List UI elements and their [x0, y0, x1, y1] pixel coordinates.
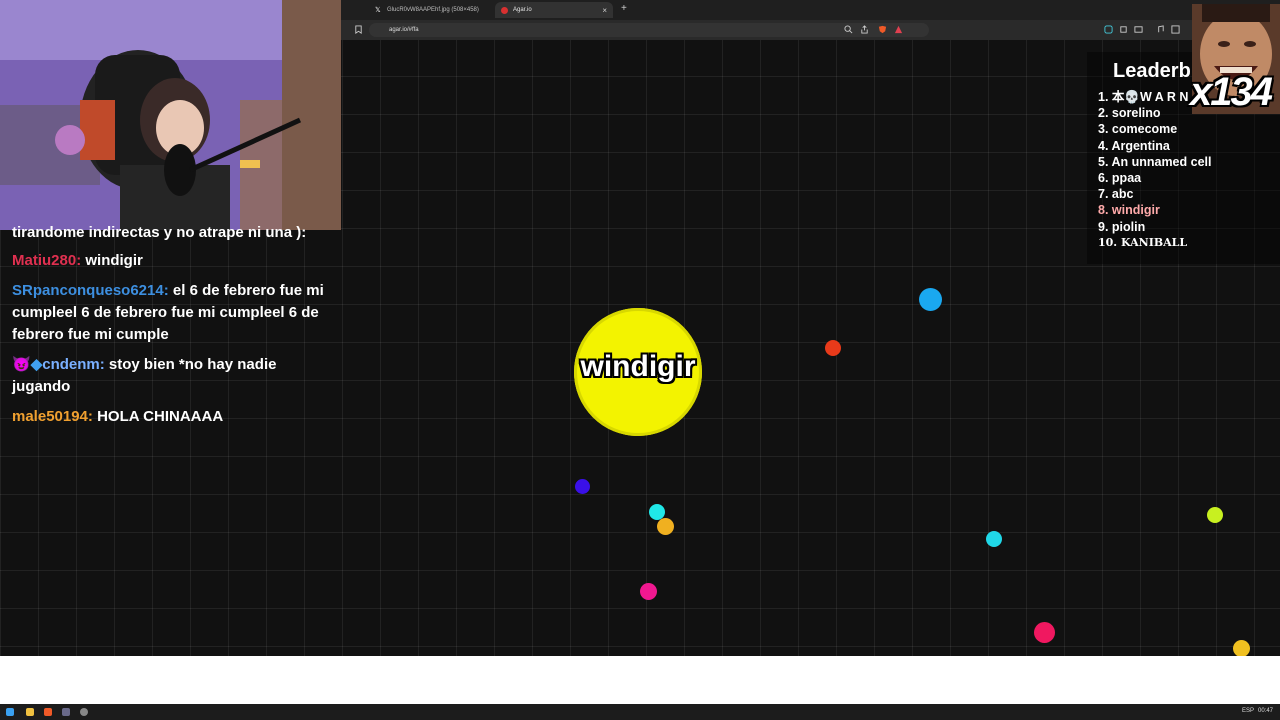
taskbar: ESP 00:47 — [0, 704, 1280, 720]
stream-chat: tirandome indirectas y no atrape ni una … — [0, 222, 341, 436]
leaderboard-row: 6. ppaa — [1098, 170, 1142, 185]
leaderboard-row: 10. KANIBALL — [1098, 235, 1188, 249]
share-icon[interactable] — [860, 25, 869, 34]
tab-image[interactable]: 𝕏 GlucR0vW8AAPEhf.jpg (508×458) — [369, 2, 485, 18]
screenshot-icon[interactable] — [1134, 25, 1143, 34]
cube-badge-icon: ◆ — [30, 356, 43, 373]
agar-favicon-icon — [501, 6, 508, 14]
devil-emote-icon: 😈 — [12, 356, 31, 373]
file-explorer-icon[interactable] — [26, 708, 34, 716]
language-indicator[interactable]: ESP — [1242, 708, 1254, 714]
new-tab-button[interactable]: + — [621, 3, 627, 14]
pellet — [1233, 640, 1250, 656]
chat-message: Matiu280: windigir — [12, 252, 143, 269]
puzzle-icon[interactable] — [1119, 25, 1128, 34]
pellet — [640, 583, 657, 600]
webcam-feed — [0, 0, 341, 230]
pellet — [986, 531, 1002, 547]
webcam-image — [0, 0, 341, 230]
start-icon[interactable] — [6, 708, 14, 716]
sidebar-icon[interactable] — [1171, 25, 1180, 34]
chat-message: SRpanconqueso6214: el 6 de febrero fue m… — [12, 282, 324, 343]
player-name-label: windigir — [580, 350, 696, 383]
app-icon[interactable] — [62, 708, 70, 716]
obs-icon[interactable] — [80, 708, 88, 716]
brave-browser-icon[interactable] — [44, 708, 52, 716]
chat-message: 😈◆cndenm: stoy bien *no hay nadie jugand… — [12, 356, 277, 395]
rewards-icon[interactable] — [894, 25, 903, 34]
media-icon[interactable] — [1156, 25, 1165, 34]
x-logo-icon: 𝕏 — [375, 6, 381, 14]
pellet — [657, 518, 674, 535]
tab-agar[interactable]: Agar.io × — [495, 2, 613, 18]
leaderboard-row-self: 8. windigir — [1098, 203, 1160, 218]
leaderboard-row: 9. piolin — [1098, 219, 1146, 234]
pellet — [919, 288, 942, 311]
meme-counter: x134 — [1190, 70, 1273, 114]
zoom-icon[interactable] — [844, 25, 853, 34]
chat-message: male50194: HOLA CHINAAAA — [12, 408, 224, 425]
leaderboard-row: 5. An unnamed cell — [1098, 154, 1212, 169]
browser-tab-bar: 𝕏 GlucR0vW8AAPEhf.jpg (508×458) Agar.io … — [341, 0, 1280, 20]
pellet — [1207, 507, 1223, 523]
chat-message: tirandome indirectas y no atrape ni una … — [12, 224, 307, 241]
leaderboard-row: 7. abc — [1098, 187, 1134, 202]
clock[interactable]: 00:47 — [1258, 708, 1273, 714]
close-tab-icon[interactable]: × — [602, 6, 607, 15]
leaderboard-row: 4. Argentina — [1098, 138, 1170, 153]
pellet — [575, 479, 590, 494]
extension-icon[interactable] — [1104, 25, 1113, 34]
address-bar: agar.io/#ffa — [341, 20, 1280, 40]
leaderboard-title: Leaderb — [1113, 60, 1191, 82]
pellet — [1034, 622, 1055, 643]
brave-shield-icon[interactable] — [878, 25, 887, 34]
pellet — [825, 340, 841, 356]
bookmark-icon[interactable] — [354, 25, 363, 34]
leaderboard-row: 3. comecome — [1098, 122, 1178, 137]
